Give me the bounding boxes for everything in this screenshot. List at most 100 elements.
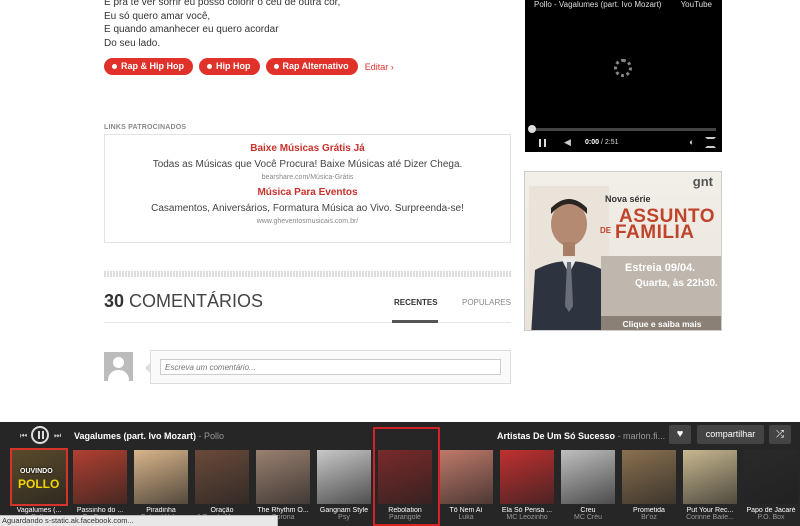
track-item[interactable]: OraçãoA Banda Mais ... [195,450,249,521]
lyrics-line: Do seu lado. [104,37,161,49]
sponsored-link-description: Casamentos, Aniversários, Formatura Músi… [151,203,464,214]
album-art[interactable] [500,450,554,504]
album-art[interactable] [561,450,615,504]
video-progress-bar[interactable] [531,128,716,131]
pause-icon[interactable] [539,139,546,147]
track-title[interactable]: Gangnam Style [317,507,371,514]
track-item[interactable]: Gangnam Style Psy [317,450,371,521]
ad-person-image [529,186,609,330]
track-title[interactable]: Vagalumes (... [12,507,66,514]
artist-logo: POLLO [18,477,60,491]
heart-icon: ♥ [676,428,684,440]
sponsored-links-box: Baixe Músicas Grátis Já Todas as Músicas… [104,134,511,243]
track-item[interactable]: Passinho do ...Os Caretas [73,450,127,521]
volume-icon[interactable]: ◀ [564,137,571,148]
track-artist[interactable]: MC Créu [561,514,615,521]
track-title[interactable]: Piradinha [134,507,188,514]
track-title[interactable]: Prometida [622,507,676,514]
selection-highlight [373,427,440,526]
ad-premiere: Estreia 09/04. [625,262,696,274]
video-player[interactable]: Pollo - Vagalumes (part. Ivo Mozart) You… [525,0,722,152]
track-item[interactable]: Ela Só Pensa ... MC Leozinho [500,450,554,521]
video-progress-handle[interactable] [528,125,536,133]
album-art[interactable] [317,450,371,504]
playlist-title[interactable]: Artistas De Um Só Sucesso - marlon.fi... [497,431,665,441]
sponsored-link-title[interactable]: Baixe Músicas Grátis Já [105,143,510,154]
edit-tags-link[interactable]: Editar › [365,62,394,72]
tag-rap-hip-hop[interactable]: Rap & Hip Hop [104,58,193,75]
track-title[interactable]: Ela Só Pensa ... [500,507,554,514]
youtube-logo[interactable]: YouTube [681,0,712,9]
tab-recentes[interactable]: RECENTES [394,298,438,307]
track-item[interactable]: PiradinhaGabriel Valim [134,450,188,521]
video-controls: ◀ 0:00 / 2:51 ◐ [525,135,722,152]
album-art[interactable] [73,450,127,504]
lyrics-line: Eu só quero amar você, [104,10,211,22]
album-art[interactable]: OUVINDO POLLO [10,448,68,506]
lyrics-text: E pra te ver sorrir eu posso colorir o c… [104,0,340,50]
now-playing-badge: OUVINDO [20,468,53,475]
now-playing: Vagalumes (part. Ivo Mozart) - Pollo [74,431,225,441]
track-title[interactable]: The Rhythm O... [256,507,310,514]
sponsored-link-url[interactable]: www.gheventosmusicais.com.br/ [105,218,510,225]
previous-icon[interactable]: ⏮ [20,431,27,441]
lyrics-line: E quando amanhecer eu quero acordar [104,24,279,35]
album-art[interactable] [683,450,737,504]
comments-count: 30 [104,291,125,311]
ad-cta[interactable]: Clique e saiba mais [601,316,721,330]
track-artist[interactable]: Corinne Baile... [683,514,737,521]
track-artist[interactable]: Br'oz [622,514,676,521]
track-item[interactable]: Put Your Rec... Corinne Baile... [683,450,737,521]
track-title[interactable]: Passinho do ... [73,507,127,514]
video-title[interactable]: Pollo - Vagalumes (part. Ivo Mozart) [534,0,661,9]
track-artist[interactable]: Luka [439,514,493,521]
loading-spinner-icon [614,59,632,77]
share-button[interactable]: compartilhar [697,425,764,444]
genre-tags: Rap & Hip Hop Hip Hop Rap Alternativo Ed… [104,58,394,75]
fullscreen-icon[interactable] [705,137,716,148]
ad-kicker: Nova série [605,194,651,204]
like-button[interactable]: ♥ [669,425,691,444]
settings-icon[interactable]: ◐ [689,137,694,147]
track-item[interactable]: Tô Nem Aí Luka [439,450,493,521]
track-item[interactable]: The Rhythm O... Corona [256,450,310,521]
track-title[interactable]: Oração [195,507,249,514]
track-artist[interactable]: Psy [317,514,371,521]
album-art[interactable] [195,450,249,504]
track-item[interactable]: Papo de Jacaré P.O. Box [744,450,798,521]
tv-series-ad[interactable]: gnt Nova série ASSUNTO DE FAMILIA Estrei… [524,171,722,331]
track-title[interactable]: Tô Nem Aí [439,507,493,514]
pause-button[interactable] [31,426,49,444]
avatar [104,352,133,381]
tag-rap-alternativo[interactable]: Rap Alternativo [265,58,358,75]
track-title[interactable]: Creu [561,507,615,514]
album-art[interactable] [134,450,188,504]
sponsored-link-url[interactable]: bearshare.com/Música-Grátis [105,174,510,181]
shuffle-icon: ⤮ [776,429,784,440]
album-art[interactable] [622,450,676,504]
sponsored-link-description: Todas as Músicas que Você Procura! Baixe… [152,159,463,170]
ad-title-de: DE [600,226,612,235]
ad-title-line2: FAMILIA [615,222,695,243]
album-art[interactable] [439,450,493,504]
lyrics-line: E pra te ver sorrir eu posso colorir o c… [104,0,341,8]
track-title[interactable]: Put Your Rec... [683,507,737,514]
tab-populares[interactable]: POPULARES [462,298,511,307]
track-artist[interactable]: MC Leozinho [500,514,554,521]
track-item[interactable]: Prometida Br'oz [622,450,676,521]
active-tab-indicator [392,320,438,323]
album-art[interactable] [744,450,798,504]
track-artist[interactable]: P.O. Box [744,514,798,521]
comment-input[interactable] [160,359,501,375]
comments-label: COMENTÁRIOS [129,291,264,311]
track-item[interactable]: Creu MC Créu [561,450,615,521]
track-item[interactable]: OUVINDOPOLLOVagalumes (...Pollo [10,448,68,521]
album-art[interactable] [256,450,310,504]
section-divider [104,271,511,277]
sponsored-link-title[interactable]: Música Para Eventos [105,187,510,198]
ad-brand: gnt [692,174,713,189]
shuffle-button[interactable]: ⤮ [769,425,791,444]
tag-hip-hop[interactable]: Hip Hop [199,58,260,75]
track-title[interactable]: Papo de Jacaré [744,507,798,514]
next-icon[interactable]: ⏭ [54,431,61,441]
